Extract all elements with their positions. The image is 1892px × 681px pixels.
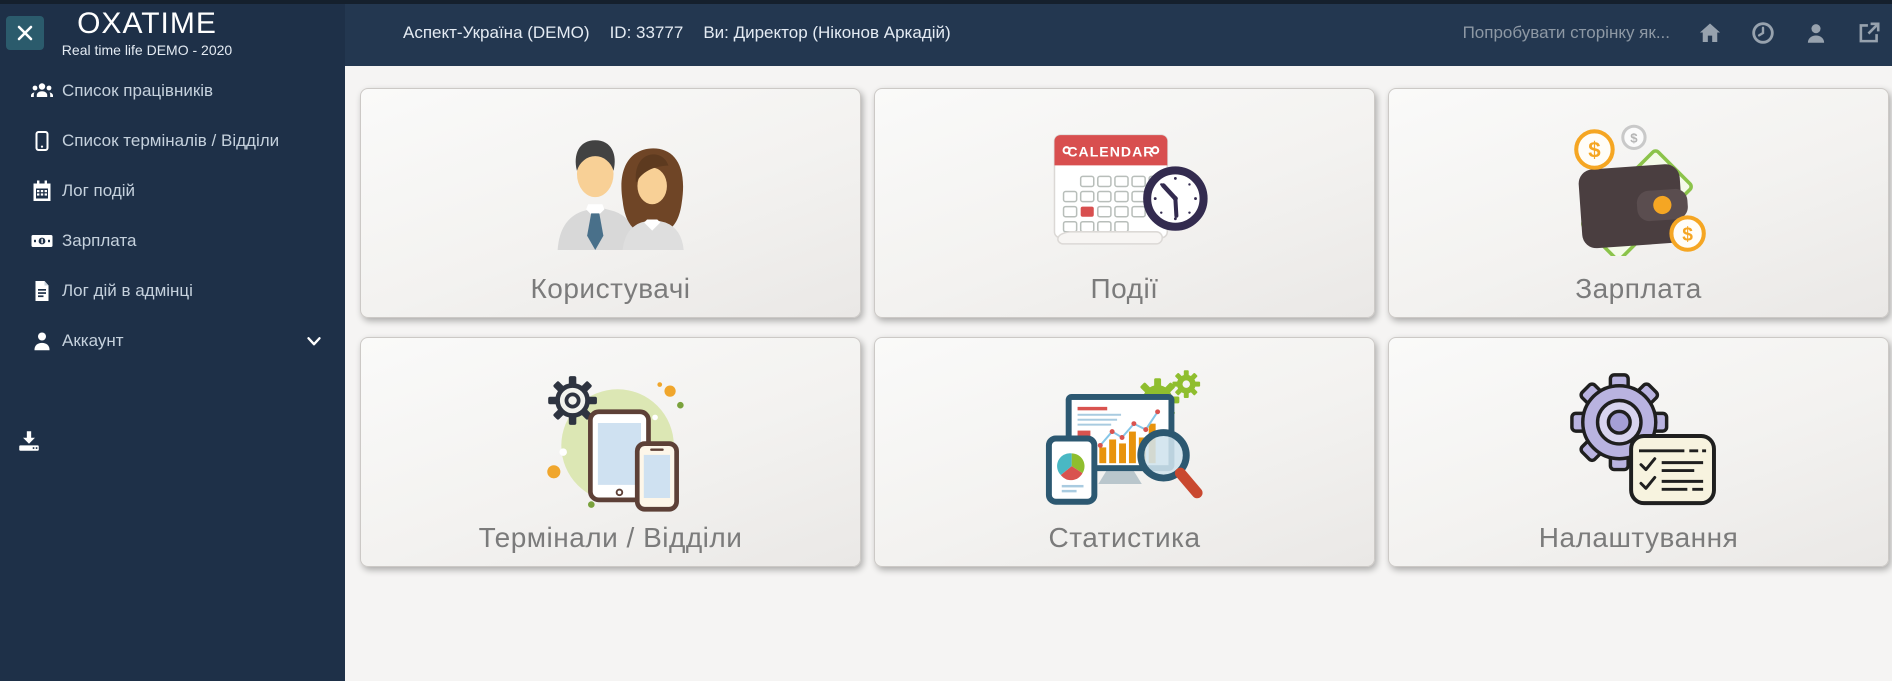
download-icon (19, 431, 39, 451)
tile-label: Статистика (1048, 522, 1201, 554)
sidebar-item-terminals[interactable]: Список терміналів / Відділи (0, 116, 345, 166)
terminal-tablet-icon (30, 129, 54, 153)
profile-button[interactable] (1802, 20, 1829, 47)
wallet-money-illustration: $ $ $ (1558, 89, 1720, 274)
tile-statistics[interactable]: Статистика (874, 337, 1375, 567)
sidebar-item-label: Аккаунт (62, 331, 124, 350)
sidebar: OXATIME Real time life DEMO - 2020 Списо… (0, 0, 345, 681)
money-bill-icon (30, 229, 54, 253)
tile-settings[interactable]: Налаштування (1388, 337, 1889, 567)
sidebar-item-employees[interactable]: Список працівників (0, 66, 345, 116)
tile-grid: Користувачі CALENDAR Події $ $ $ Зарплат… (360, 88, 1889, 567)
users-illustration (528, 89, 693, 274)
app-subtitle: Real time life DEMO - 2020 (61, 41, 233, 58)
tile-label: Зарплата (1575, 273, 1702, 305)
sidebar-footer (0, 428, 345, 454)
sidebar-logo-row: OXATIME Real time life DEMO - 2020 (0, 0, 345, 66)
calendar-clock-illustration: CALENDAR (1039, 89, 1211, 274)
history-clock-icon (1751, 22, 1774, 44)
tile-users[interactable]: Користувачі (360, 88, 861, 318)
sidebar-item-label: Список працівників (62, 81, 214, 100)
svg-text:CALENDAR: CALENDAR (1067, 143, 1154, 159)
chevron-down-icon (307, 337, 321, 346)
sidebar-item-label: Зарплата (62, 231, 137, 250)
close-icon (17, 25, 33, 41)
home-icon (1699, 23, 1720, 42)
statistics-illustration (1041, 338, 1209, 523)
header-info: Аспект-Україна (DEMO) ID: 33777 Ви: Дире… (403, 23, 951, 43)
window-top-edge (0, 0, 1892, 4)
tile-label: Налаштування (1538, 522, 1739, 554)
calendar-icon (30, 179, 54, 203)
sidebar-item-label: Лог дій в адмінці (62, 281, 193, 300)
try-page-as-dropdown[interactable]: Попробувати сторінку як... (1463, 23, 1670, 43)
svg-text:$: $ (1682, 224, 1693, 245)
devices-illustration (531, 338, 691, 523)
open-external-icon (1859, 22, 1880, 43)
tile-label: Користувачі (530, 273, 691, 305)
download-button[interactable] (16, 428, 42, 454)
company-name: Аспект-Україна (DEMO) (403, 23, 590, 42)
app-title: OXATIME (77, 6, 217, 40)
open-external-button[interactable] (1855, 20, 1882, 47)
current-user: Ви: Директор (Ніконов Аркадій) (703, 23, 951, 42)
account-id: ID: 33777 (609, 23, 684, 42)
brand-block: OXATIME Real time life DEMO - 2020 (58, 6, 236, 58)
sidebar-item-admin-log[interactable]: Лог дій в адмінці (0, 266, 345, 316)
tile-label: Термінали / Відділи (478, 522, 743, 554)
document-icon (30, 279, 54, 303)
main-content: Користувачі CALENDAR Події $ $ $ Зарплат… (345, 66, 1892, 681)
sidebar-item-events-log[interactable]: Лог подій (0, 166, 345, 216)
home-button[interactable] (1696, 20, 1723, 47)
sidebar-item-salary[interactable]: Зарплата (0, 216, 345, 266)
gear-checklist-illustration (1557, 338, 1721, 523)
header: Аспект-Україна (DEMO) ID: 33777 Ви: Дире… (345, 0, 1892, 66)
account-user-icon (30, 329, 54, 353)
tile-label: Події (1090, 273, 1159, 305)
header-actions: Попробувати сторінку як... (1463, 20, 1882, 47)
sidebar-toggle-button[interactable] (6, 16, 44, 50)
svg-text:$: $ (1630, 130, 1638, 145)
history-button[interactable] (1749, 20, 1776, 47)
svg-text:$: $ (1588, 137, 1601, 162)
tile-events[interactable]: CALENDAR Події (874, 88, 1375, 318)
tile-terminals[interactable]: Термінали / Відділи (360, 337, 861, 567)
sidebar-item-account[interactable]: Аккаунт (0, 316, 345, 366)
employees-group-icon (30, 79, 54, 103)
user-icon (1807, 24, 1824, 43)
sidebar-item-label: Список терміналів / Відділи (62, 131, 280, 150)
sidebar-nav: Список працівників Список терміналів / В… (0, 66, 345, 366)
tile-salary[interactable]: $ $ $ Зарплата (1388, 88, 1889, 318)
sidebar-item-label: Лог подій (62, 181, 136, 200)
